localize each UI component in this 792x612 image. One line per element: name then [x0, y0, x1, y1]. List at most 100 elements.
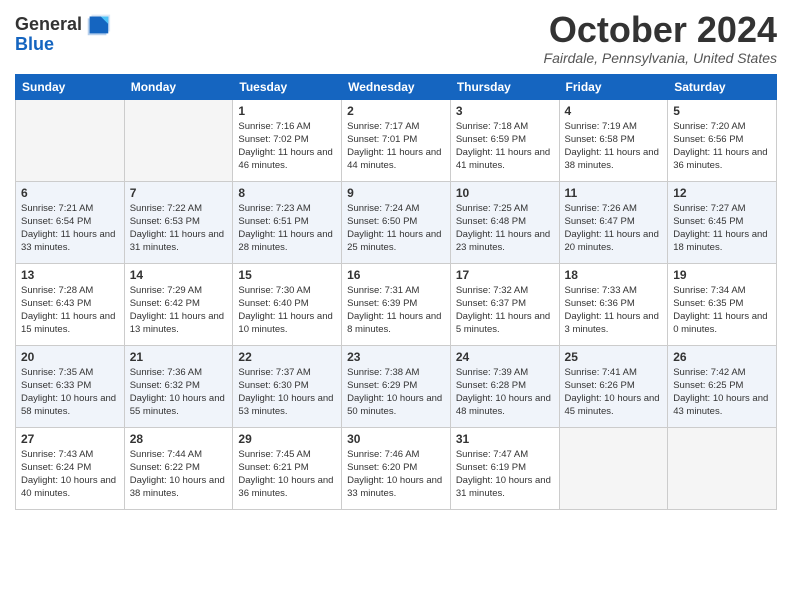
calendar-cell: 26 Sunrise: 7:42 AM Sunset: 6:25 PM Dayli… — [668, 345, 777, 427]
sun-info: Sunrise: 7:41 AM Sunset: 6:26 PM Dayligh… — [565, 366, 663, 419]
sun-info: Sunrise: 7:42 AM Sunset: 6:25 PM Dayligh… — [673, 366, 771, 419]
weekday-thursday: Thursday — [450, 74, 559, 99]
sun-info: Sunrise: 7:34 AM Sunset: 6:35 PM Dayligh… — [673, 284, 771, 337]
month-title: October 2024 — [544, 10, 777, 50]
day-number: 16 — [347, 268, 445, 282]
day-number: 6 — [21, 186, 119, 200]
sun-info: Sunrise: 7:38 AM Sunset: 6:29 PM Dayligh… — [347, 366, 445, 419]
calendar-cell: 2 Sunrise: 7:17 AM Sunset: 7:01 PM Daylig… — [342, 99, 451, 181]
calendar-cell: 15Sunrise: 7:30 AM Sunset: 6:40 PM Dayli… — [233, 263, 342, 345]
week-row-4: 20Sunrise: 7:35 AM Sunset: 6:33 PM Dayli… — [16, 345, 777, 427]
sun-info: Sunrise: 7:33 AM Sunset: 6:36 PM Dayligh… — [565, 284, 663, 337]
calendar-cell — [124, 99, 233, 181]
sun-info: Sunrise: 7:46 AM Sunset: 6:20 PM Dayligh… — [347, 448, 445, 501]
calendar-cell: 17Sunrise: 7:32 AM Sunset: 6:37 PM Dayli… — [450, 263, 559, 345]
weekday-wednesday: Wednesday — [342, 74, 451, 99]
day-number: 25 — [565, 350, 663, 364]
sun-info: Sunrise: 7:21 AM Sunset: 6:54 PM Dayligh… — [21, 202, 119, 255]
sun-info: Sunrise: 7:25 AM Sunset: 6:48 PM Dayligh… — [456, 202, 554, 255]
calendar-cell — [668, 427, 777, 509]
week-row-1: 1 Sunrise: 7:16 AM Sunset: 7:02 PM Daylig… — [16, 99, 777, 181]
calendar-cell — [16, 99, 125, 181]
day-number: 23 — [347, 350, 445, 364]
calendar-cell: 9 Sunrise: 7:24 AM Sunset: 6:50 PM Daylig… — [342, 181, 451, 263]
sun-info: Sunrise: 7:32 AM Sunset: 6:37 PM Dayligh… — [456, 284, 554, 337]
calendar-cell: 23 Sunrise: 7:38 AM Sunset: 6:29 PM Dayli… — [342, 345, 451, 427]
day-number: 26 — [673, 350, 771, 364]
weekday-sunday: Sunday — [16, 74, 125, 99]
sun-info: Sunrise: 7:20 AM Sunset: 6:56 PM Dayligh… — [673, 120, 771, 173]
calendar-cell: 30 Sunrise: 7:46 AM Sunset: 6:20 PM Dayli… — [342, 427, 451, 509]
day-number: 12 — [673, 186, 771, 200]
logo-general-text: General — [15, 14, 82, 35]
day-number: 31 — [456, 432, 554, 446]
sun-info: Sunrise: 7:26 AM Sunset: 6:47 PM Dayligh… — [565, 202, 663, 255]
day-number: 19 — [673, 268, 771, 282]
calendar-cell: 18 Sunrise: 7:33 AM Sunset: 6:36 PM Dayli… — [559, 263, 668, 345]
day-number: 9 — [347, 186, 445, 200]
calendar-cell: 10 Sunrise: 7:25 AM Sunset: 6:48 PM Dayli… — [450, 181, 559, 263]
day-number: 2 — [347, 104, 445, 118]
sun-info: Sunrise: 7:28 AM Sunset: 6:43 PM Dayligh… — [21, 284, 119, 337]
sun-info: Sunrise: 7:35 AM Sunset: 6:33 PM Dayligh… — [21, 366, 119, 419]
calendar-cell: 7 Sunrise: 7:22 AM Sunset: 6:53 PM Daylig… — [124, 181, 233, 263]
day-number: 7 — [130, 186, 228, 200]
sun-info: Sunrise: 7:17 AM Sunset: 7:01 PM Dayligh… — [347, 120, 445, 173]
day-number: 18 — [565, 268, 663, 282]
day-number: 1 — [238, 104, 336, 118]
sun-info: Sunrise: 7:31 AM Sunset: 6:39 PM Dayligh… — [347, 284, 445, 337]
logo: General Blue — [15, 10, 112, 55]
sun-info: Sunrise: 7:22 AM Sunset: 6:53 PM Dayligh… — [130, 202, 228, 255]
sun-info: Sunrise: 7:37 AM Sunset: 6:30 PM Dayligh… — [238, 366, 336, 419]
calendar-cell: 20Sunrise: 7:35 AM Sunset: 6:33 PM Dayli… — [16, 345, 125, 427]
weekday-saturday: Saturday — [668, 74, 777, 99]
week-row-2: 6 Sunrise: 7:21 AM Sunset: 6:54 PM Daylig… — [16, 181, 777, 263]
day-number: 22 — [238, 350, 336, 364]
calendar-cell: 12 Sunrise: 7:27 AM Sunset: 6:45 PM Dayli… — [668, 181, 777, 263]
day-number: 3 — [456, 104, 554, 118]
sun-info: Sunrise: 7:27 AM Sunset: 6:45 PM Dayligh… — [673, 202, 771, 255]
location: Fairdale, Pennsylvania, United States — [544, 50, 777, 66]
day-number: 21 — [130, 350, 228, 364]
sun-info: Sunrise: 7:16 AM Sunset: 7:02 PM Dayligh… — [238, 120, 336, 173]
title-section: October 2024 Fairdale, Pennsylvania, Uni… — [544, 10, 777, 66]
day-number: 28 — [130, 432, 228, 446]
calendar-cell: 14 Sunrise: 7:29 AM Sunset: 6:42 PM Dayli… — [124, 263, 233, 345]
calendar-cell: 5Sunrise: 7:20 AM Sunset: 6:56 PM Daylig… — [668, 99, 777, 181]
calendar-cell: 31Sunrise: 7:47 AM Sunset: 6:19 PM Dayli… — [450, 427, 559, 509]
calendar-cell: 11 Sunrise: 7:26 AM Sunset: 6:47 PM Dayli… — [559, 181, 668, 263]
logo-icon — [84, 10, 112, 38]
sun-info: Sunrise: 7:30 AM Sunset: 6:40 PM Dayligh… — [238, 284, 336, 337]
sun-info: Sunrise: 7:45 AM Sunset: 6:21 PM Dayligh… — [238, 448, 336, 501]
calendar-cell: 28Sunrise: 7:44 AM Sunset: 6:22 PM Dayli… — [124, 427, 233, 509]
sun-info: Sunrise: 7:39 AM Sunset: 6:28 PM Dayligh… — [456, 366, 554, 419]
sun-info: Sunrise: 7:19 AM Sunset: 6:58 PM Dayligh… — [565, 120, 663, 173]
calendar-cell: 16 Sunrise: 7:31 AM Sunset: 6:39 PM Dayli… — [342, 263, 451, 345]
day-number: 10 — [456, 186, 554, 200]
day-number: 29 — [238, 432, 336, 446]
sun-info: Sunrise: 7:24 AM Sunset: 6:50 PM Dayligh… — [347, 202, 445, 255]
calendar-cell: 1 Sunrise: 7:16 AM Sunset: 7:02 PM Daylig… — [233, 99, 342, 181]
day-number: 4 — [565, 104, 663, 118]
week-row-5: 27Sunrise: 7:43 AM Sunset: 6:24 PM Dayli… — [16, 427, 777, 509]
weekday-monday: Monday — [124, 74, 233, 99]
calendar-cell: 3 Sunrise: 7:18 AM Sunset: 6:59 PM Daylig… — [450, 99, 559, 181]
sun-info: Sunrise: 7:43 AM Sunset: 6:24 PM Dayligh… — [21, 448, 119, 501]
week-row-3: 13Sunrise: 7:28 AM Sunset: 6:43 PM Dayli… — [16, 263, 777, 345]
day-number: 14 — [130, 268, 228, 282]
weekday-friday: Friday — [559, 74, 668, 99]
calendar-cell: 8Sunrise: 7:23 AM Sunset: 6:51 PM Daylig… — [233, 181, 342, 263]
calendar-cell: 6 Sunrise: 7:21 AM Sunset: 6:54 PM Daylig… — [16, 181, 125, 263]
sun-info: Sunrise: 7:29 AM Sunset: 6:42 PM Dayligh… — [130, 284, 228, 337]
day-number: 30 — [347, 432, 445, 446]
day-number: 11 — [565, 186, 663, 200]
calendar-cell: 21Sunrise: 7:36 AM Sunset: 6:32 PM Dayli… — [124, 345, 233, 427]
calendar-cell: 24 Sunrise: 7:39 AM Sunset: 6:28 PM Dayli… — [450, 345, 559, 427]
weekday-tuesday: Tuesday — [233, 74, 342, 99]
calendar-cell: 29 Sunrise: 7:45 AM Sunset: 6:21 PM Dayli… — [233, 427, 342, 509]
sun-info: Sunrise: 7:18 AM Sunset: 6:59 PM Dayligh… — [456, 120, 554, 173]
header: General Blue October 2024 Fairdale, Penn… — [15, 10, 777, 66]
sun-info: Sunrise: 7:23 AM Sunset: 6:51 PM Dayligh… — [238, 202, 336, 255]
calendar-cell: 27Sunrise: 7:43 AM Sunset: 6:24 PM Dayli… — [16, 427, 125, 509]
day-number: 24 — [456, 350, 554, 364]
